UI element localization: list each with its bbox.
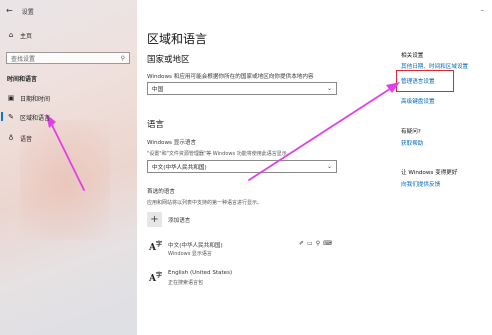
display-icon: ▭ <box>307 240 313 247</box>
question-heading: 有疑问? <box>401 129 421 135</box>
calendar-clock-icon: ▣ <box>7 94 15 102</box>
sidebar-item-region-language[interactable]: ✎ 区域和语言 <box>7 113 51 123</box>
language-name[interactable]: 中文(中华人民共和国) <box>168 241 223 249</box>
speech-icon: ⚲ <box>315 240 321 247</box>
improve-heading: 让 Windows 变得更好 <box>401 170 458 176</box>
display-language-value: 中文(中华人民共和国) <box>152 164 207 171</box>
handwriting-icon: ✐ <box>299 240 305 247</box>
add-language-button[interactable]: + <box>147 212 162 227</box>
country-dropdown[interactable]: 中国 ⌄ <box>147 82 337 95</box>
get-help-link[interactable]: 获取帮助 <box>401 139 423 147</box>
display-language-label: Windows 显示语言 <box>147 140 197 146</box>
language-icon: A字 <box>149 241 162 253</box>
window-title: 设置 <box>21 8 34 16</box>
search-placeholder: 查找设置 <box>11 55 36 63</box>
plus-icon: + <box>150 214 159 225</box>
search-icon: ⚲ <box>120 54 125 62</box>
language-icon: A字 <box>149 272 162 284</box>
title-bar: ← 设置 <box>6 4 34 18</box>
language-name[interactable]: English (United States) <box>168 270 232 276</box>
sidebar-item-label: 语音 <box>20 136 33 143</box>
add-language-label[interactable]: 添加语言 <box>168 216 190 224</box>
other-date-time-link[interactable]: 其他日期、时间和区域设置 <box>401 62 468 70</box>
back-arrow-icon[interactable]: ← <box>6 7 13 15</box>
chevron-down-icon: ⌄ <box>326 163 332 170</box>
region-language-icon: ✎ <box>8 113 14 121</box>
language-sub: Windows 显示语言 <box>168 251 212 257</box>
display-language-dropdown[interactable]: 中文(中华人民共和国) ⌄ <box>147 160 337 173</box>
highlight-box <box>396 70 454 92</box>
display-language-desc: "设置"和"文件资源管理器"等 Windows 功能将使用此语言显示。 <box>147 151 292 157</box>
selected-indicator <box>1 112 3 121</box>
sidebar-item-speech[interactable]: ♁ 语音 <box>7 134 33 144</box>
sidebar-item-label: 日期和时间 <box>20 96 51 103</box>
language-heading: 语言 <box>147 120 165 130</box>
feedback-link[interactable]: 向我们提供反馈 <box>401 180 440 188</box>
keyboard-icon: ⌨ <box>323 240 332 247</box>
search-input[interactable]: 查找设置 ⚲ <box>6 52 130 64</box>
region-heading: 国家或地区 <box>147 55 190 65</box>
sidebar <box>0 0 137 335</box>
home-icon: ⌂ <box>8 31 14 39</box>
sidebar-item-home[interactable]: ⌂ 主页 <box>7 31 33 41</box>
language-sub: 正在搜索语言包 <box>168 280 204 286</box>
microphone-icon: ♁ <box>8 134 14 142</box>
preferred-language-label: 首选的语言 <box>147 189 175 195</box>
related-settings-heading: 相关设置 <box>401 53 424 59</box>
sidebar-item-datetime[interactable]: ▣ 日期和时间 <box>7 94 51 104</box>
page-title: 区域和语言 <box>147 32 208 46</box>
chevron-down-icon: ⌄ <box>326 85 332 92</box>
advanced-keyboard-link[interactable]: 高级键盘设置 <box>401 97 435 105</box>
sidebar-section-heading: 时间和语言 <box>7 76 38 83</box>
country-value: 中国 <box>152 86 164 93</box>
region-description: Windows 和应用可能会根据你所在的国家或地区向你提供本地内容 <box>147 74 314 80</box>
language-feature-icons: ✐ ▭ ⚲ ⌨ <box>299 240 332 247</box>
sidebar-home-label: 主页 <box>20 33 33 40</box>
sidebar-item-label: 区域和语言 <box>20 115 51 122</box>
preferred-language-desc: 应用和网站将以列表中支持的第一种语言进行显示。 <box>147 200 263 206</box>
